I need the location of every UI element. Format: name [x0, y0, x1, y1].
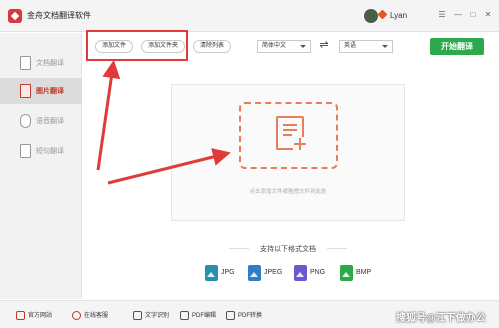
file-drop-zone[interactable]: 点击添加文件或拖拽文件到此处 — [171, 84, 405, 221]
pdf-convert-link[interactable]: PDF转换 — [226, 310, 262, 322]
format-label: JPEG — [264, 269, 283, 276]
bottom-item-label: 文字识别 — [145, 313, 170, 319]
sidebar-item-label: 文档翻译 — [36, 60, 64, 67]
bottom-item-label: 在线客服 — [84, 313, 109, 319]
format-label: BMP — [356, 269, 372, 276]
formats-title: 支持以下格式文档 — [260, 246, 316, 253]
chevron-down-icon — [300, 45, 306, 48]
start-translate-button[interactable]: 开始翻译 — [430, 38, 484, 55]
source-language-select[interactable]: 简体中文 — [257, 40, 311, 53]
sidebar-item-sentence-translate[interactable]: 短句翻译 — [0, 138, 82, 164]
bottom-item-label: PDF转换 — [238, 313, 263, 319]
target-language-select[interactable]: 英语 — [339, 40, 393, 53]
format-label: PNG — [310, 269, 326, 276]
add-document-icon — [276, 116, 307, 151]
annotation-arrow-up — [96, 60, 121, 171]
image-icon — [20, 84, 31, 98]
clear-list-button[interactable]: 清除列表 — [193, 40, 232, 53]
jpg-file-icon — [205, 265, 218, 281]
maximize-icon[interactable]: □ — [467, 9, 479, 21]
sentence-icon — [20, 144, 31, 158]
sidebar-item-label: 语音翻译 — [36, 118, 64, 125]
target-language-value: 英语 — [344, 43, 357, 49]
sidebar-item-document-translate[interactable]: 文档翻译 — [0, 50, 82, 76]
sidebar-item-image-translate[interactable]: 图片翻译 — [0, 78, 82, 104]
pdf-edit-icon — [180, 310, 189, 320]
sidebar: 文档翻译 图片翻译 语音翻译 短句翻译 — [0, 33, 82, 299]
app-title: 金舟文档翻译软件 — [27, 11, 91, 20]
username[interactable]: Lyan — [390, 11, 407, 20]
scan-icon — [133, 310, 142, 320]
sidebar-item-label: 短句翻译 — [36, 148, 64, 155]
app-logo-icon — [8, 9, 22, 23]
monitor-icon — [16, 310, 25, 320]
jpeg-file-icon — [248, 265, 261, 281]
bottom-item-label: PDF编辑 — [192, 313, 217, 319]
pdf-convert-icon — [226, 310, 235, 320]
official-website-link[interactable]: 官方网站 — [16, 310, 52, 322]
document-icon — [20, 56, 31, 70]
watermark: 搜狐号@江下做办公 — [396, 313, 486, 324]
png-file-icon — [294, 265, 307, 281]
pdf-edit-link[interactable]: PDF编辑 — [180, 310, 216, 322]
title-bar: 金舟文档翻译软件 Lyan ☰ — □ ✕ — [0, 0, 499, 32]
drop-frame[interactable] — [239, 102, 338, 169]
vip-badge-icon — [377, 9, 388, 20]
sidebar-item-voice-translate[interactable]: 语音翻译 — [0, 108, 82, 134]
microphone-icon — [20, 114, 31, 128]
close-icon[interactable]: ✕ — [482, 9, 494, 21]
avatar[interactable] — [364, 9, 378, 23]
divider — [327, 248, 347, 249]
annotation-highlight-box — [86, 30, 188, 61]
minimize-icon[interactable]: — — [452, 9, 464, 21]
menu-icon[interactable]: ☰ — [436, 9, 448, 21]
bottom-item-label: 官方网站 — [28, 313, 53, 319]
chevron-down-icon — [382, 45, 388, 48]
source-language-value: 简体中文 — [262, 43, 287, 49]
support-icon — [72, 310, 81, 320]
swap-languages-icon[interactable]: ⇌ — [317, 38, 331, 52]
format-label: JPG — [221, 269, 235, 276]
bmp-file-icon — [340, 265, 353, 281]
online-support-link[interactable]: 在线客服 — [72, 310, 108, 322]
sidebar-item-label: 图片翻译 — [36, 88, 64, 95]
text-recognition-link[interactable]: 文字识别 — [133, 310, 169, 322]
drop-hint-text: 点击添加文件或拖拽文件到此处 — [249, 189, 327, 195]
